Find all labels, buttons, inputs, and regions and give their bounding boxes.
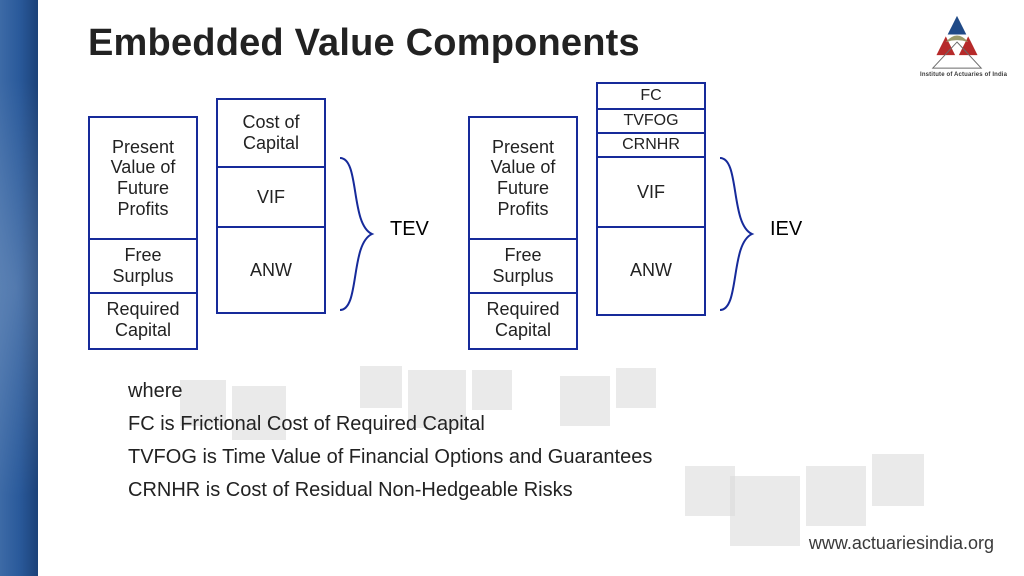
cell-required-capital-tev: Required Capital	[90, 292, 196, 346]
slide-title: Embedded Value Components	[88, 22, 640, 65]
cell-pvfp-tev: Present Value of Future Profits	[90, 118, 196, 238]
cell-required-capital-iev: Required Capital	[470, 292, 576, 346]
brace-tev	[336, 154, 380, 314]
legend-tvfog: TVFOG is Time Value of Financial Options…	[128, 442, 948, 473]
col-iev-components: FC TVFOG CRNHR VIF ANW	[596, 82, 706, 316]
legend-where: where	[128, 376, 948, 407]
label-tev: TEV	[390, 218, 429, 241]
col-pv-tev: Present Value of Future Profits Free Sur…	[88, 116, 198, 350]
cell-vif-tev: VIF	[218, 166, 324, 226]
logo-caption: Institute of Actuaries of India	[920, 72, 994, 78]
legend-crnhr: CRNHR is Cost of Residual Non-Hedgeable …	[128, 475, 948, 506]
cell-crnhr: CRNHR	[598, 132, 704, 156]
triangle-logo-icon	[929, 14, 985, 70]
legend-fc: FC is Frictional Cost of Required Capita…	[128, 409, 948, 440]
cell-free-surplus-iev: Free Surplus	[470, 238, 576, 292]
label-iev: IEV	[770, 218, 802, 241]
brace-iev	[716, 154, 760, 314]
col-tev-components: Cost of Capital VIF ANW	[216, 98, 326, 314]
org-logo: Institute of Actuaries of India	[920, 14, 994, 78]
slide: Embedded Value Components Institute of A…	[0, 0, 1024, 576]
legend-block: where FC is Frictional Cost of Required …	[128, 374, 948, 506]
cell-anw-tev: ANW	[218, 226, 324, 312]
footer-url: www.actuariesindia.org	[809, 533, 994, 554]
cell-tvfog: TVFOG	[598, 108, 704, 132]
cell-free-surplus-tev: Free Surplus	[90, 238, 196, 292]
cell-anw-iev: ANW	[598, 226, 704, 312]
diagram-area: Present Value of Future Profits Free Sur…	[88, 98, 968, 358]
left-accent-bar	[0, 0, 38, 576]
cell-cost-of-capital: Cost of Capital	[218, 100, 324, 166]
cell-vif-iev: VIF	[598, 156, 704, 226]
cell-fc: FC	[598, 84, 704, 108]
col-pv-iev: Present Value of Future Profits Free Sur…	[468, 116, 578, 350]
cell-pvfp-iev: Present Value of Future Profits	[470, 118, 576, 238]
